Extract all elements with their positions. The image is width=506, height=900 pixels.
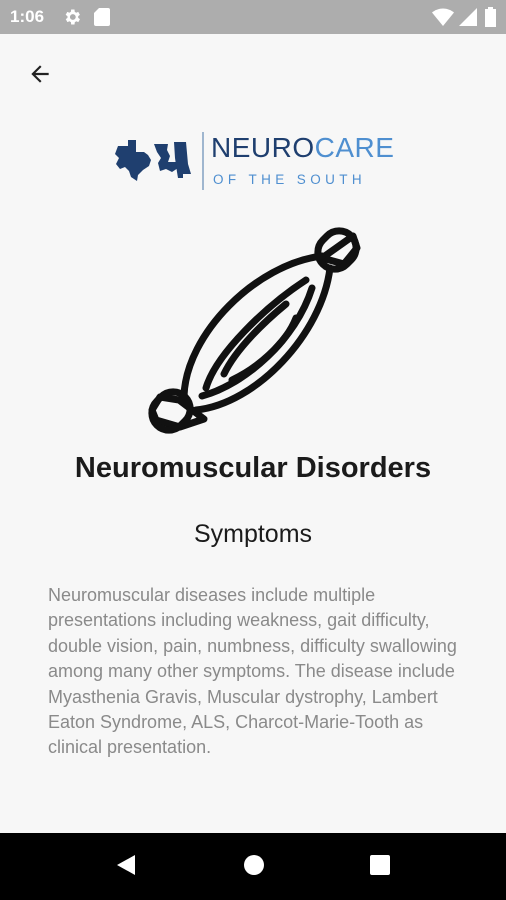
nav-recents-button[interactable] (366, 853, 394, 881)
sd-card-icon (94, 8, 110, 31)
nav-home-button[interactable] (240, 853, 268, 881)
home-circle-icon (242, 853, 266, 882)
muscle-icon (146, 224, 362, 440)
symptoms-description: Neuromuscular diseases include multiple … (48, 585, 457, 758)
logo-tagline: OF THE SOUTH (213, 172, 367, 187)
back-button[interactable] (22, 58, 58, 94)
recents-square-icon (369, 854, 391, 881)
logo-word-care: CARE (314, 132, 395, 163)
logo-word-neuro: NEURO (211, 132, 315, 163)
nav-back-button[interactable] (112, 853, 140, 881)
arrow-left-icon (27, 61, 53, 92)
state-map-icon (112, 140, 194, 187)
wifi-icon (432, 8, 454, 31)
system-nav-bar (0, 833, 506, 900)
page-title: Neuromuscular Disorders (74, 452, 432, 484)
logo-divider (202, 132, 204, 190)
gear-icon (62, 7, 82, 32)
section-title: Symptoms (193, 520, 313, 548)
battery-icon (485, 7, 496, 32)
logo-wordmark: NEUROCARE (211, 134, 394, 162)
status-time: 1:06 (10, 7, 45, 26)
neurocare-logo: NEUROCARE OF THE SOUTH (112, 128, 402, 192)
status-bar: 1:06 (0, 0, 506, 34)
back-triangle-icon (115, 853, 137, 882)
cell-signal-icon (459, 8, 477, 31)
